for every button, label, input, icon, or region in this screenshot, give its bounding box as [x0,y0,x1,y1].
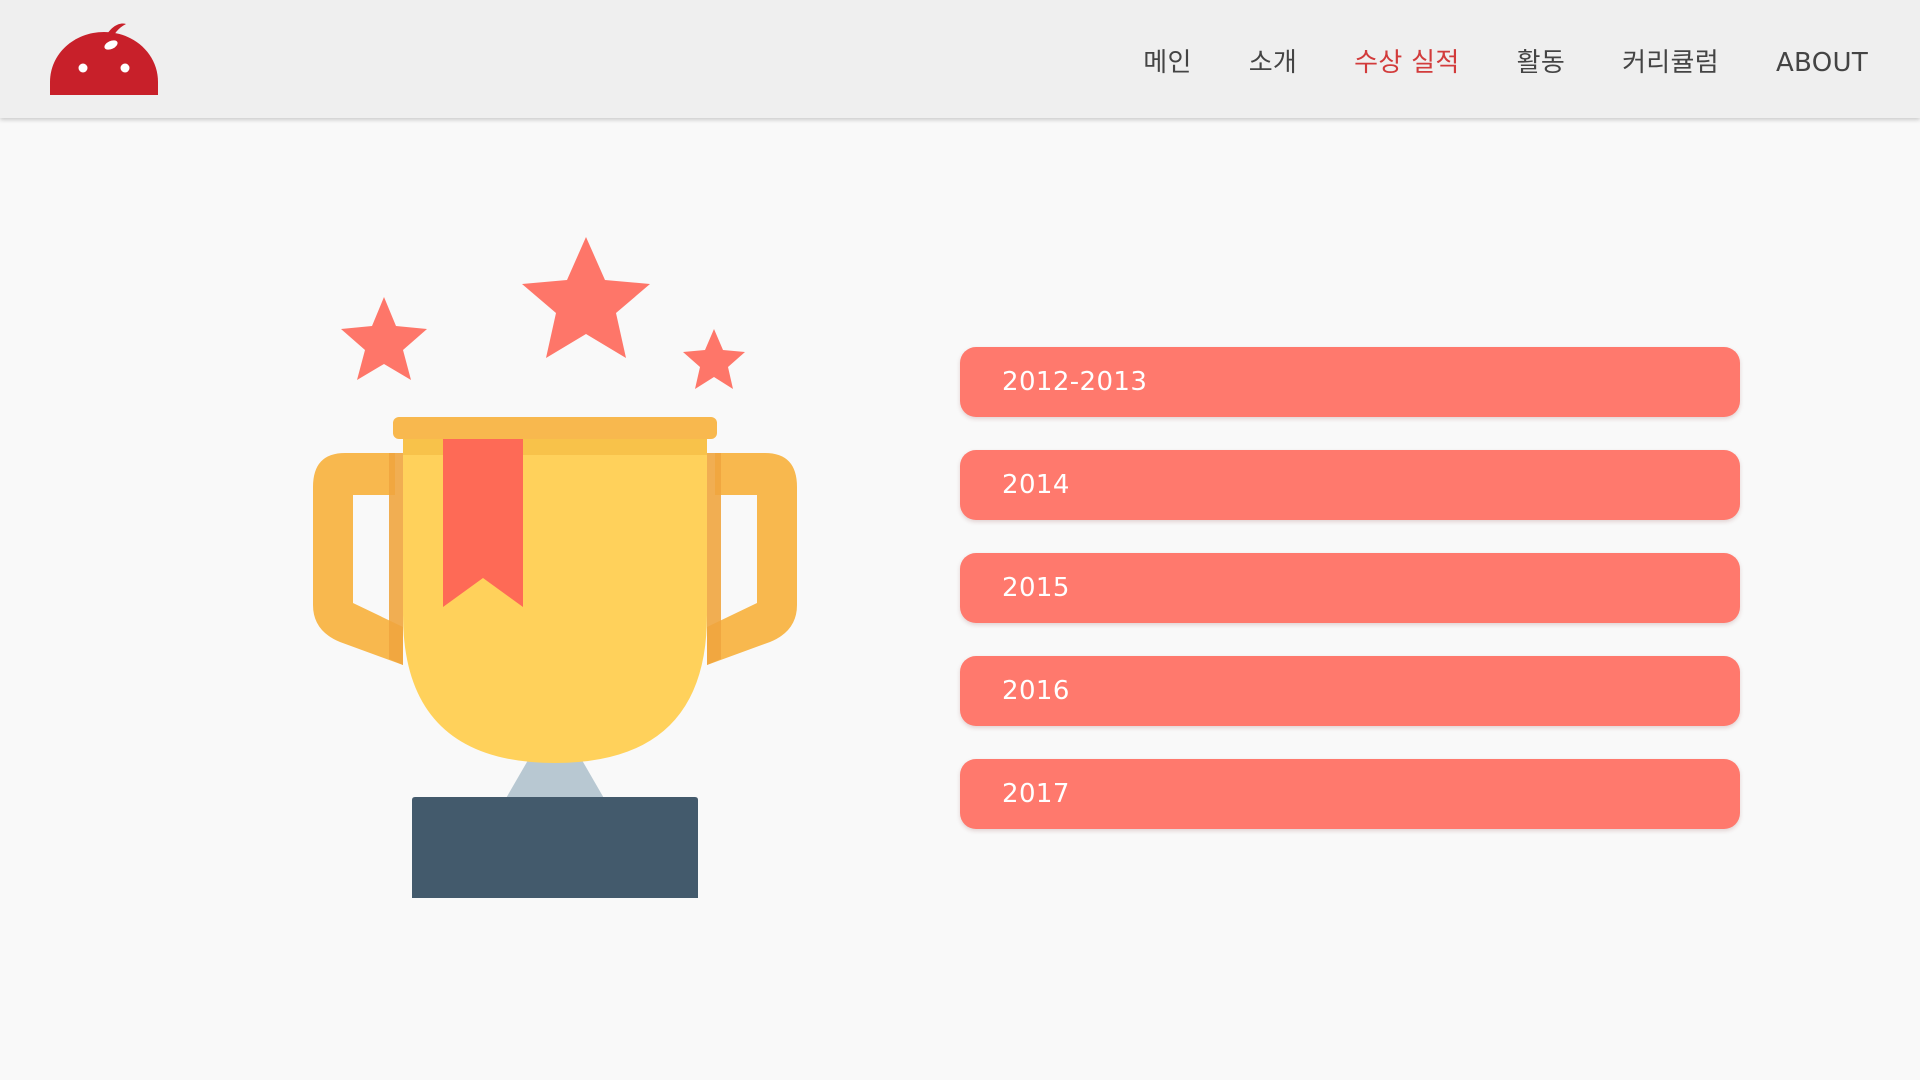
year-button-2014[interactable]: 2014 [960,450,1740,520]
year-button-2015[interactable]: 2015 [960,553,1740,623]
year-label: 2012-2013 [1002,367,1148,397]
nav-item-activities[interactable]: 활동 [1517,50,1565,76]
star-icon [341,297,427,380]
logo-icon[interactable] [48,22,160,96]
star-icon [522,237,650,358]
year-button-2016[interactable]: 2016 [960,656,1740,726]
year-label: 2016 [1002,676,1070,706]
award-year-list: 2012-2013 2014 2015 2016 2017 [960,347,1740,862]
nav-item-about[interactable]: ABOUT [1776,50,1868,76]
year-label: 2014 [1002,470,1070,500]
nav-item-awards[interactable]: 수상 실적 [1354,50,1459,76]
nav-item-curriculum[interactable]: 커리큘럼 [1622,50,1719,76]
year-button-2012-2013[interactable]: 2012-2013 [960,347,1740,417]
nav-item-main[interactable]: 메인 [1143,50,1191,76]
year-label: 2015 [1002,573,1070,603]
year-button-2017[interactable]: 2017 [960,759,1740,829]
nav-item-intro[interactable]: 소개 [1249,50,1297,76]
year-label: 2017 [1002,779,1070,809]
trophy-icon [313,237,797,898]
star-icon [683,329,745,389]
main-nav: 메인 소개 수상 실적 활동 커리큘럼 ABOUT [1086,50,1868,76]
top-navigation-bar: 메인 소개 수상 실적 활동 커리큘럼 ABOUT [0,0,1920,118]
